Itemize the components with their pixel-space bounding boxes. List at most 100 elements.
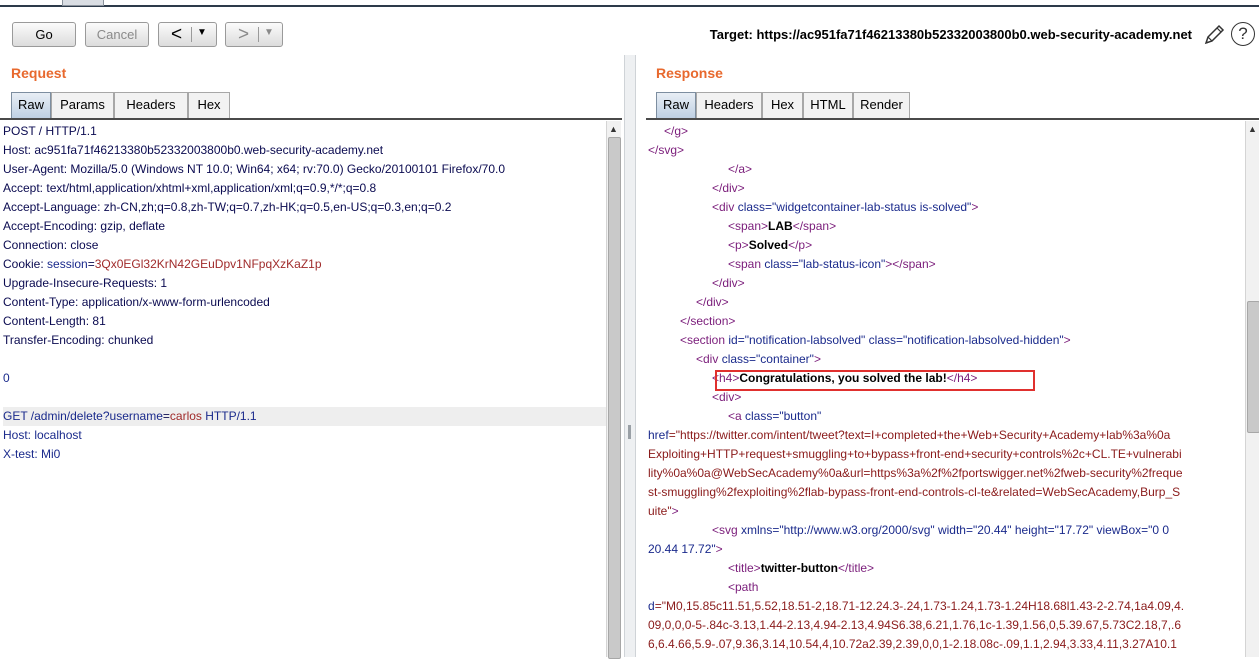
back-dropdown-icon[interactable]: ▼ [197,27,207,38]
forward-button[interactable]: > ▼ [225,22,283,47]
response-line-token: ="20.44" [965,523,1015,537]
response-tab-render[interactable]: Render [853,92,910,118]
response-line-token: uite" [648,504,672,518]
cancel-button[interactable]: Cancel [85,22,149,47]
request-line-token: Accept-Encoding: [3,219,101,233]
response-line-token: xmlns [741,523,773,537]
edit-target-pencil-icon[interactable] [1202,23,1226,47]
request-tabbar: Raw Params Headers Hex [11,92,619,119]
response-tab-raw[interactable]: Raw [656,92,696,118]
request-tab-params[interactable]: Params [51,92,114,118]
request-line-token: 3Qx0EGl32KrN42GEuDpv1NFpqXzKaZ1p [94,257,322,271]
request-line-token: Transfer-Encoding: [3,333,108,347]
response-line: <section id="notification-labsolved" cla… [680,331,1071,350]
back-button[interactable]: < ▼ [158,22,217,47]
request-line-token: User-Agent: [3,162,71,176]
response-line-token: <span [728,257,765,271]
request-line-token: = [87,257,95,271]
response-line-token: <div [712,200,738,214]
response-line-token: </div> [696,295,729,309]
response-line: <path [728,578,758,597]
request-tab-headers[interactable]: Headers [114,92,188,118]
response-scroll-thumb[interactable] [1247,301,1259,433]
response-line: <span>LAB</span> [728,217,836,236]
go-button[interactable]: Go [12,22,76,47]
response-line-token: 6,6.4.66,5.9-.07,9.36,3.14,10.54,4,10.72… [648,637,1177,651]
request-line-token: zh-CN,zh;q=0.8,zh-TW;q=0.7,zh-HK;q=0.5,e… [103,200,452,214]
request-line-token: Accept-Language: [3,200,104,214]
request-line-token: Accept: [3,181,47,195]
response-line-token: class [737,200,766,214]
request-line-token: Mozilla/5.0 (Windows NT 10.0; Win64; x64… [70,162,506,176]
response-line: </a> [728,160,752,179]
request-line: Host: ac951fa71f46213380b52332003800b0.w… [3,141,606,160]
target-label: Target: https://ac951fa71f46213380b52332… [709,27,1192,42]
request-tab-raw[interactable]: Raw [11,92,51,118]
response-line-token: d [648,599,655,613]
request-editor[interactable]: POST / HTTP/1.1 Host: ac951fa71f46213380b… [0,121,606,657]
scroll-up-arrow-icon[interactable]: ▲ [1248,124,1257,134]
repeater-tab-marker[interactable] [62,0,104,6]
response-line: lity%0a%0a@WebSecAcademy%0a&url=https%3a… [648,464,1183,483]
response-line-token: ></span> [885,257,936,271]
response-line-token: st-smuggling%2fexploiting%2flab-bypass-f… [648,485,1181,499]
window-top-strip [0,0,1259,7]
divider-grip-icon[interactable] [628,425,631,439]
request-line: GET /admin/delete?username=carlos HTTP/1… [3,407,606,426]
response-line: 09,0,0,0-5-.84c-3.13,1.44-2.13,4.94-2.13… [648,616,1181,635]
request-line-token: Mi0 [41,447,61,461]
forward-dropdown-icon[interactable]: ▼ [264,27,274,38]
response-line-token: <div> [712,390,742,404]
response-line-token: height [1014,523,1048,537]
response-line: uite"> [648,502,679,521]
request-tab-underline [0,118,622,120]
help-icon[interactable]: ? [1231,22,1255,46]
request-line-token: carlos [169,409,202,423]
request-line: Accept: text/html,application/xhtml+xml,… [3,179,606,198]
response-line-token: lity%0a%0a@WebSecAcademy%0a&url=https%3a… [648,466,1183,480]
request-line-token: Content-Length: [3,314,93,328]
response-tab-hex[interactable]: Hex [762,92,803,118]
response-line: </g> [664,122,688,141]
response-line-token: viewBox [1096,523,1142,537]
request-tab-hex[interactable]: Hex [188,92,230,118]
request-scroll-thumb[interactable] [608,137,621,659]
response-tab-underline [646,118,1259,120]
response-line: </div> [712,274,745,293]
request-line-token: gzip, deflate [100,219,166,233]
response-scrollbar[interactable]: ▲ [1245,121,1259,657]
request-line: Cookie: session=3Qx0EGl32KrN42GEuDpv1NFp… [3,255,606,274]
response-line: Exploiting+HTTP+request+smuggling+to+byp… [648,445,1182,464]
response-line-token: <path [728,580,759,594]
response-line: </svg> [648,141,684,160]
request-line-token: GET /admin/delete? [3,409,110,423]
response-line-token: > [971,200,979,214]
response-panel-title: Response [656,65,723,81]
response-line: <p>Solved</p> [728,236,812,255]
request-line-token: Host: [3,143,35,157]
response-line: </div> [712,179,745,198]
request-line: POST / HTTP/1.1 [3,122,606,141]
request-line-token: ac951fa71f46213380b52332003800b0.web-sec… [34,143,384,157]
request-line-token: application/x-www-form-urlencoded [81,295,270,309]
response-tab-html[interactable]: HTML [803,92,853,118]
response-line-token: <div [696,352,722,366]
request-line-token: HTTP/1.1 [201,409,257,423]
response-line: </div> [696,293,729,312]
request-scrollbar[interactable]: ▲ [606,121,621,659]
request-line: Content-Type: application/x-www-form-url… [3,293,606,312]
request-line: Accept-Language: zh-CN,zh;q=0.8,zh-TW;q=… [3,198,606,217]
highlight-box [715,370,1035,391]
request-line: Transfer-Encoding: chunked [3,331,606,350]
response-tab-headers[interactable]: Headers [696,92,762,118]
response-line-token: ="0 0 [1141,523,1170,537]
response-line-token: Solved [748,238,789,252]
response-tabbar: Raw Headers Hex HTML Render [656,92,1256,119]
response-line-token: > [1063,333,1071,347]
response-line-token: </title> [838,561,875,575]
split-pane-divider[interactable] [624,55,636,657]
response-line-token: </p> [788,238,813,252]
request-line-token: = [162,409,170,423]
response-line-token: width [937,523,966,537]
scroll-up-arrow-icon[interactable]: ▲ [609,124,618,134]
